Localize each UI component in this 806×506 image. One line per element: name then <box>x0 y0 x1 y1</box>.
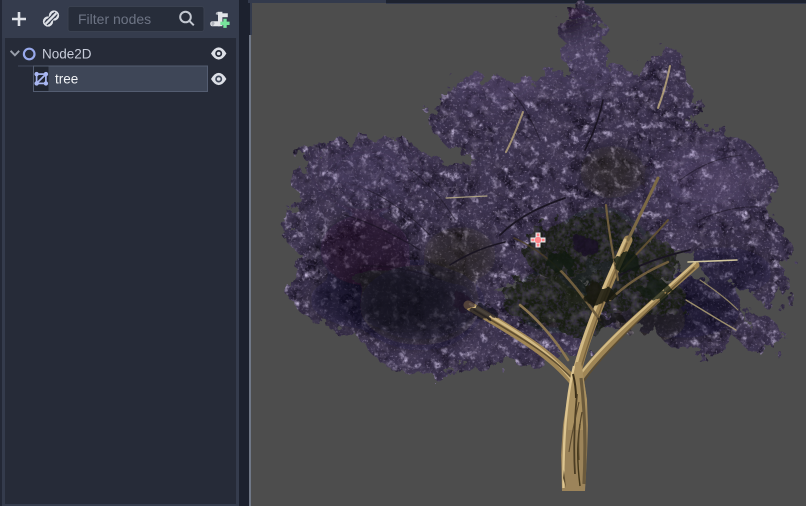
svg-text:tree: tree <box>55 71 78 86</box>
svg-text:Node2D: Node2D <box>42 46 92 61</box>
svg-text:Filter nodes: Filter nodes <box>78 11 151 27</box>
